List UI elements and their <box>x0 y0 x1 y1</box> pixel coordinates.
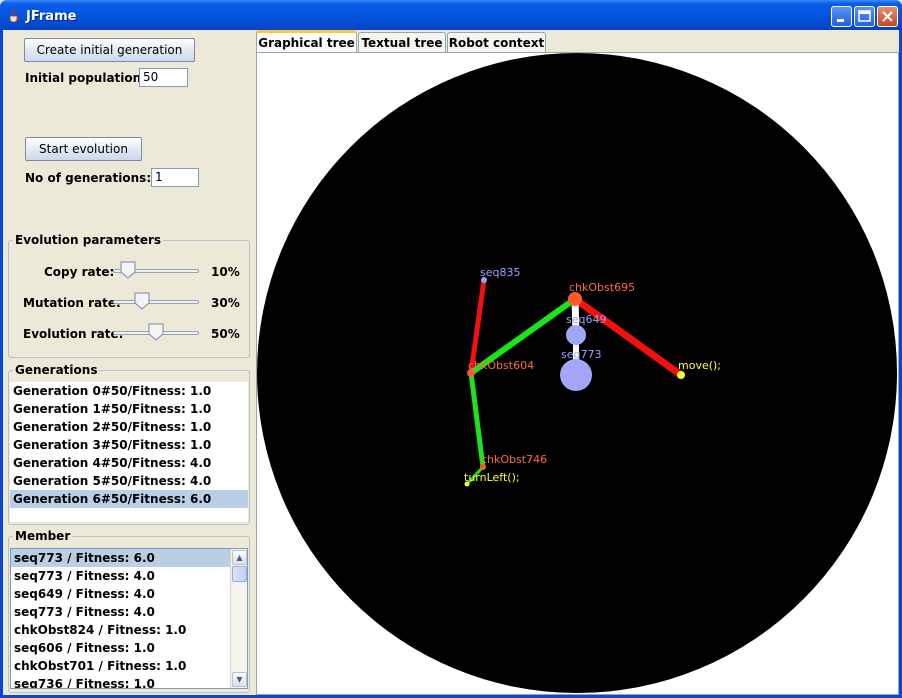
tree-label: chkObst695 <box>569 281 635 294</box>
tab-textual-tree[interactable]: Textual tree <box>358 32 446 52</box>
generations-title: Generations <box>13 363 100 377</box>
content-pane: Create initial generation Initial popula… <box>3 30 899 695</box>
tree-label: move(); <box>678 359 721 372</box>
tree-label: seq649 <box>566 313 606 326</box>
generation-list-item[interactable]: Generation 0#50/Fitness: 1.0 <box>10 382 248 400</box>
generation-list-item[interactable]: Generation 1#50/Fitness: 1.0 <box>10 400 248 418</box>
generation-list-item[interactable]: Generation 6#50/Fitness: 6.0 <box>10 490 248 508</box>
evolution-rate-value: 50% <box>211 327 240 341</box>
member-list-item[interactable]: seq773 / Fitness: 4.0 <box>11 567 230 585</box>
initial-population-label: Initial population: <box>25 71 146 85</box>
mutation-rate-label: Mutation rate: <box>23 296 121 310</box>
scroll-down-arrow-icon[interactable]: ▼ <box>232 672 247 687</box>
evolution-parameters-title: Evolution parameters <box>13 233 164 247</box>
slider-thumb[interactable] <box>134 292 150 310</box>
generations-count-label: No of generations: <box>25 171 152 185</box>
maximize-icon <box>858 10 871 22</box>
member-scrollbar[interactable]: ▲ ▼ <box>230 549 247 688</box>
create-initial-generation-button[interactable]: Create initial generation <box>24 38 195 62</box>
mutation-rate-value: 30% <box>211 296 240 310</box>
window-title: JFrame <box>26 9 77 24</box>
minimize-icon <box>837 19 844 22</box>
member-list-item[interactable]: chkObst701 / Fitness: 1.0 <box>11 657 230 675</box>
tab-robot-context[interactable]: Robot context <box>447 32 546 52</box>
close-button[interactable] <box>877 6 898 27</box>
evolution-rate-label: Evolution rate: <box>23 327 124 341</box>
tree-node-chkobst695[interactable] <box>568 292 582 306</box>
generation-list-item[interactable]: Generation 3#50/Fitness: 1.0 <box>10 436 248 454</box>
tree-node-seq649[interactable] <box>566 325 586 345</box>
scroll-thumb[interactable] <box>232 566 247 582</box>
member-list-item[interactable]: seq773 / Fitness: 6.0 <box>11 549 230 567</box>
generation-list-item[interactable]: Generation 4#50/Fitness: 4.0 <box>10 454 248 472</box>
member-title: Member <box>13 529 73 543</box>
close-icon <box>882 11 893 22</box>
tree-label: chkObst746 <box>481 453 547 466</box>
mutation-rate-slider[interactable] <box>113 292 199 312</box>
member-list-item[interactable]: chkObst824 / Fitness: 1.0 <box>11 621 230 639</box>
generation-list-item[interactable]: Generation 2#50/Fitness: 1.0 <box>10 418 248 436</box>
graphical-tree-panel: seq835 chkObst695 seq649 seq773 chkObst6… <box>256 52 899 695</box>
tree-canvas: seq835 chkObst695 seq649 seq773 chkObst6… <box>257 53 897 693</box>
minimize-button[interactable] <box>831 6 852 27</box>
java-cup-icon <box>9 9 20 22</box>
tree-label: seq835 <box>480 266 520 279</box>
tree-label: turnLeft(); <box>464 471 520 484</box>
tree-node-move[interactable] <box>677 371 685 379</box>
copy-rate-label: Copy rate: <box>44 265 115 279</box>
copy-rate-slider[interactable] <box>113 261 199 281</box>
evolution-rate-slider[interactable] <box>113 323 199 343</box>
copy-rate-value: 10% <box>211 265 240 279</box>
start-evolution-button[interactable]: Start evolution <box>25 137 142 161</box>
slider-thumb[interactable] <box>120 261 136 279</box>
member-list-item[interactable]: seq649 / Fitness: 4.0 <box>11 585 230 603</box>
member-list-item[interactable]: seq773 / Fitness: 4.0 <box>11 603 230 621</box>
generations-list[interactable]: Generation 0#50/Fitness: 1.0 Generation 1… <box>10 382 248 522</box>
initial-population-input[interactable]: 50 <box>139 68 188 87</box>
generation-list-item[interactable]: Generation 5#50/Fitness: 4.0 <box>10 472 248 490</box>
tree-label: chkObst604 <box>468 359 534 372</box>
tree-node-seq773[interactable] <box>560 359 592 391</box>
scroll-up-arrow-icon[interactable]: ▲ <box>232 550 247 565</box>
maximize-button[interactable] <box>854 6 875 27</box>
member-list-item[interactable]: seq606 / Fitness: 1.0 <box>11 639 230 657</box>
member-list-item[interactable]: seq736 / Fitness: 1.0 <box>11 675 230 688</box>
generations-count-input[interactable]: 1 <box>151 168 199 187</box>
tab-graphical-tree[interactable]: Graphical tree <box>256 30 357 53</box>
tree-label: seq773 <box>561 348 601 361</box>
window-frame: JFrame Create initial generation Initial… <box>0 0 902 698</box>
title-bar[interactable]: JFrame <box>0 0 902 30</box>
slider-thumb[interactable] <box>148 323 164 341</box>
member-list[interactable]: seq773 / Fitness: 6.0 seq773 / Fitness: 4… <box>10 548 248 689</box>
